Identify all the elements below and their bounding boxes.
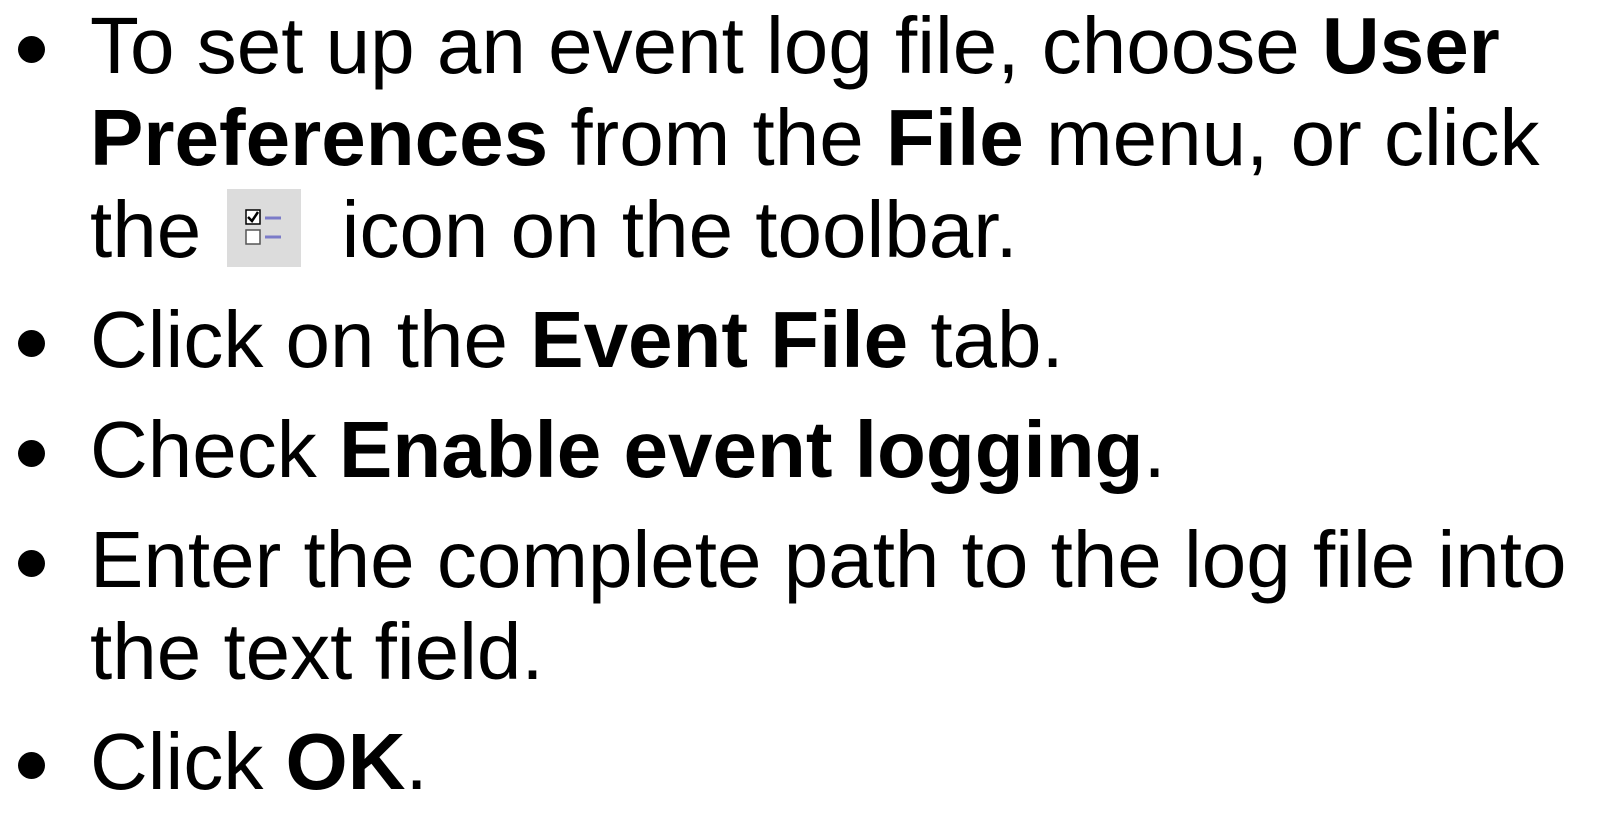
list-item: Check Enable event logging. [18,404,1608,496]
list-item: Enter the complete path to the log file … [18,514,1608,698]
list-item: To set up an event log file, choose User… [18,0,1608,276]
bullet-icon [18,550,45,577]
bullet-text: from the [548,93,886,182]
tab-name-event-file: Event File [530,295,909,384]
bullet-text: Enter the complete path to the log file … [90,515,1567,696]
bullet-text: . [405,717,428,806]
bullet-icon [18,36,45,63]
list-item: Click OK. [18,716,1608,808]
button-name-ok: OK [285,717,406,806]
bullet-text: . [1143,405,1166,494]
slide: To set up an event log file, choose User… [0,0,1614,810]
bullet-text: icon on the toolbar. [319,185,1018,274]
bullet-icon [18,330,45,357]
option-enable-event-logging: Enable event logging [338,405,1144,494]
bullet-icon [18,440,45,467]
bullet-text: Click [90,717,286,806]
bullet-icon [18,752,45,779]
bullet-text: tab. [908,295,1064,384]
menu-name-file: File [885,93,1024,182]
bullet-text: Click on the [90,295,531,384]
bullet-text: Check [90,405,339,494]
list-item: Click on the Event File tab. [18,294,1608,386]
user-preferences-checklist-icon[interactable] [227,189,302,267]
bullet-text: To set up an event log file, choose [90,1,1322,90]
instruction-list: To set up an event log file, choose User… [18,0,1608,826]
